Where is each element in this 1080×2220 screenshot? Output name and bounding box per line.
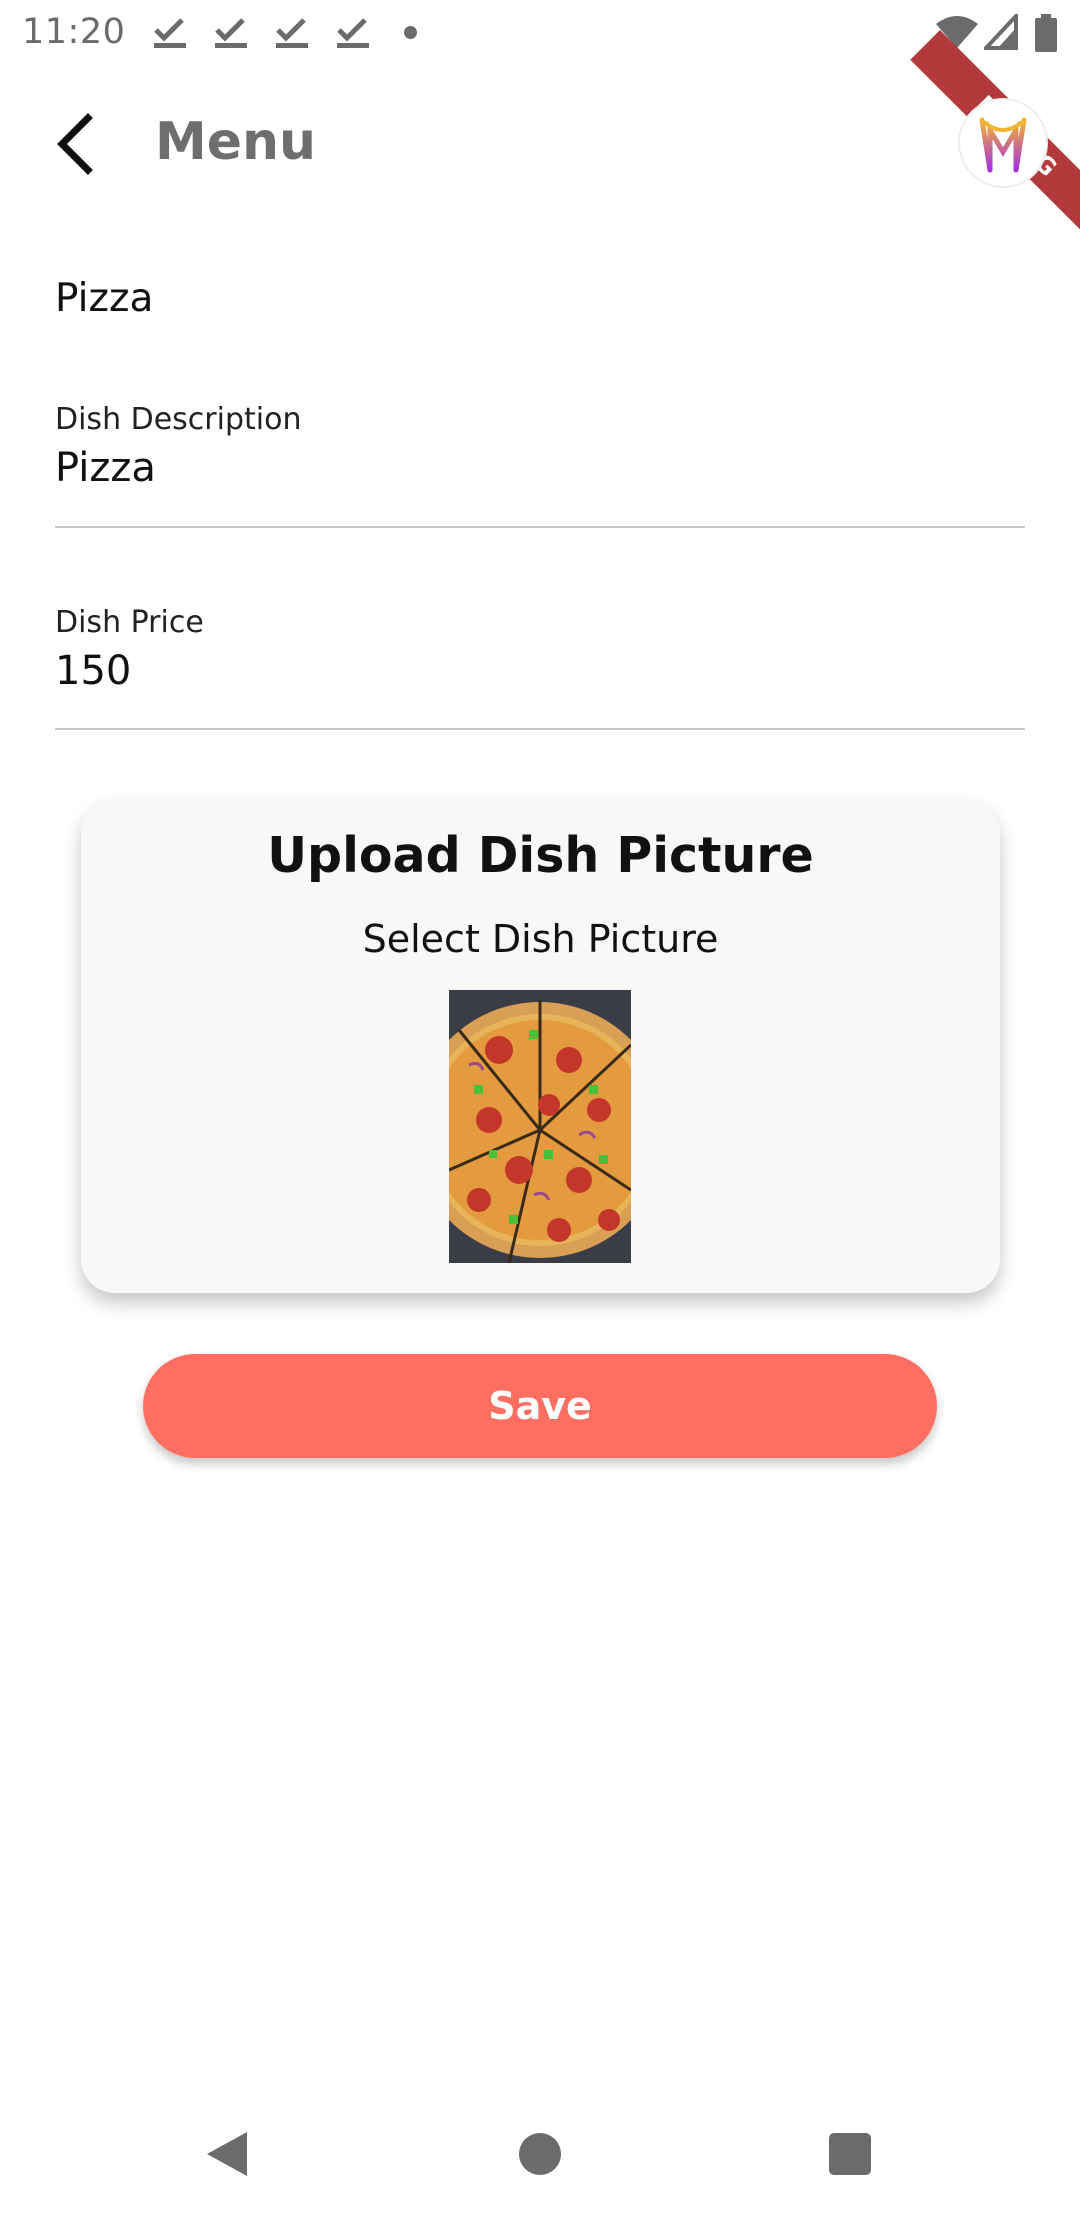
arrow-back-icon[interactable] (44, 110, 112, 178)
download-done-icon (276, 18, 308, 48)
dish-picture-thumbnail[interactable] (449, 990, 631, 1263)
pizza-image (449, 990, 631, 1263)
dish-price-label: Dish Price (55, 605, 204, 640)
m-logo-icon (979, 117, 1027, 173)
dish-price-field[interactable]: Dish Price 150 (55, 605, 1025, 694)
select-picture-label[interactable]: Select Dish Picture (81, 917, 1000, 961)
battery-icon (1035, 14, 1057, 52)
cellular-signal-icon (984, 14, 1018, 50)
status-time: 11:20 (22, 12, 126, 52)
page-title: Menu (155, 112, 317, 172)
dish-description-underline (55, 526, 1025, 528)
avatar[interactable] (960, 100, 1046, 186)
dish-description-field[interactable]: Dish Description Pizza (55, 402, 1025, 491)
nav-recents-icon[interactable] (829, 2133, 871, 2175)
download-done-icon (337, 18, 369, 48)
download-done-icon (215, 18, 247, 48)
dish-price-value[interactable]: 150 (55, 648, 1025, 694)
save-button[interactable]: Save (143, 1354, 937, 1458)
nav-home-icon[interactable] (519, 2133, 561, 2175)
upload-card[interactable]: Upload Dish Picture Select Dish Picture (81, 799, 1000, 1293)
app-bar: Menu (0, 66, 1080, 222)
dish-price-underline (55, 728, 1025, 730)
upload-title: Upload Dish Picture (267, 827, 814, 884)
dish-name-field[interactable]: Pizza (55, 276, 153, 321)
dish-description-label: Dish Description (55, 402, 302, 437)
dish-description-value[interactable]: Pizza (55, 445, 1025, 491)
system-nav-bar (0, 2100, 1080, 2220)
download-done-icon (154, 18, 186, 48)
more-notifications-dot (404, 26, 417, 39)
nav-back-icon[interactable] (205, 2130, 249, 2178)
